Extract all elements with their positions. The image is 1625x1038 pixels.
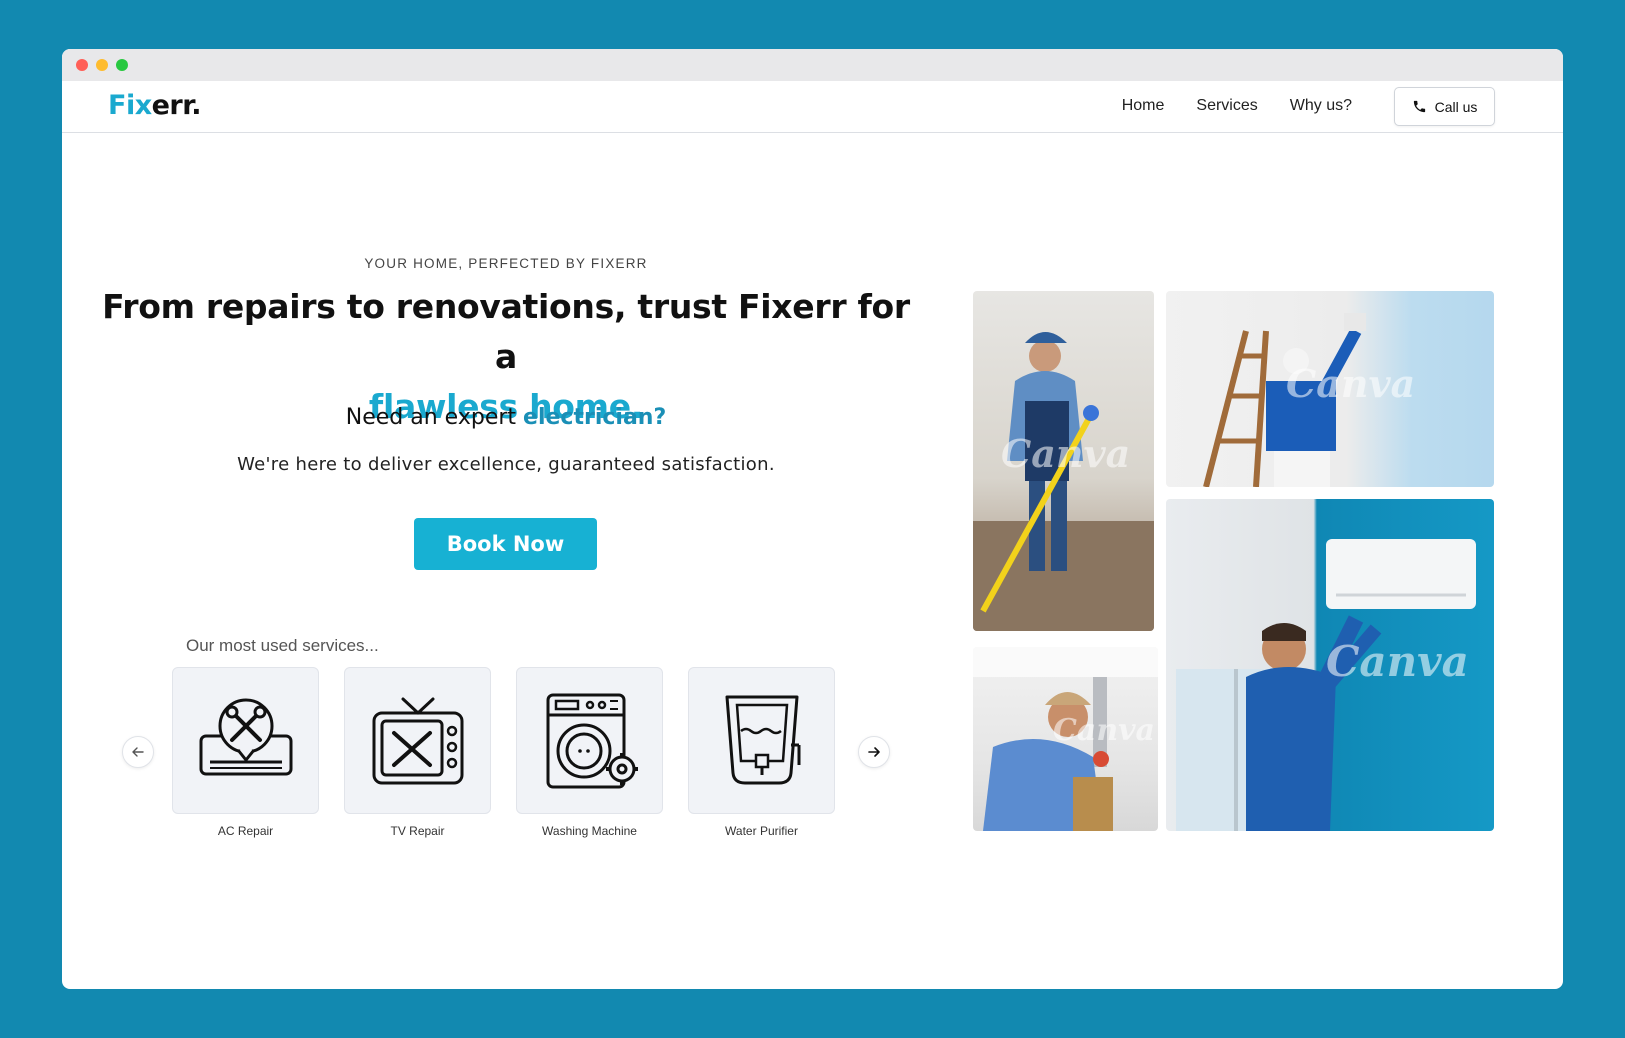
phone-icon [1413, 100, 1425, 113]
window-titlebar [62, 49, 1563, 81]
service-card-washing-machine[interactable] [516, 667, 663, 814]
service-label-ac-repair: AC Repair [217, 824, 274, 838]
service-card-tv-repair[interactable] [344, 667, 491, 814]
water-purifier-icon [725, 695, 800, 784]
carousel-prev-button[interactable] [122, 736, 154, 768]
service-card-ac-repair[interactable] [172, 667, 319, 814]
hero-eyebrow: YOUR HOME, PERFECTED BY FIXERR [364, 256, 648, 271]
ac-repair-icon [199, 698, 292, 775]
nav-link-services[interactable]: Services [1196, 97, 1257, 115]
maximize-window-dot[interactable] [116, 59, 128, 71]
photo-watermark: Canva [1001, 431, 1131, 476]
plumber-under-sink-photo: Canva [973, 647, 1158, 831]
book-now-button[interactable]: Book Now [414, 518, 597, 570]
service-label-water-purifier: Water Purifier [725, 824, 798, 838]
tv-repair-icon [372, 697, 463, 784]
headline-main: From repairs to renovations, trust Fixer… [102, 287, 910, 376]
hero-tagline: We're here to deliver excellence, guaran… [237, 454, 775, 475]
top-navbar: Fixerr. Home Services Why us? Call us [62, 81, 1563, 133]
cleaner-mopping-photo: Canva [973, 291, 1154, 631]
subhead-prefix: Need an expert [345, 405, 517, 430]
nav-link-why-us[interactable]: Why us? [1290, 97, 1352, 115]
logo-accent: Fix [108, 90, 152, 121]
service-label-tv-repair: TV Repair [390, 824, 445, 838]
hero-subhead: Need an expert electrician? [62, 405, 950, 430]
subhead-keyword: electrician? [523, 405, 667, 430]
nav-links: Home Services Why us? [1122, 97, 1352, 115]
ac-technician-photo: Canva [1166, 499, 1494, 831]
arrow-left-icon [132, 747, 144, 757]
close-window-dot[interactable] [76, 59, 88, 71]
services-title: Our most used services... [186, 636, 379, 655]
call-us-button[interactable]: Call us [1394, 87, 1495, 126]
call-us-label: Call us [1434, 98, 1478, 115]
nav-link-home[interactable]: Home [1122, 97, 1165, 115]
painter-on-ladder-photo: Canva [1166, 291, 1494, 487]
photo-watermark: Canva [1286, 361, 1416, 406]
photo-watermark: Canva [1053, 713, 1155, 748]
minimize-window-dot[interactable] [96, 59, 108, 71]
photo-watermark: Canva [1326, 637, 1469, 686]
logo-rest: err. [151, 90, 202, 121]
carousel-next-button[interactable] [858, 736, 890, 768]
brand-logo[interactable]: Fixerr. [108, 90, 201, 121]
service-card-water-purifier[interactable] [688, 667, 835, 814]
service-label-washing-machine: Washing Machine [542, 824, 637, 838]
arrow-right-icon [868, 747, 880, 757]
browser-window: Fixerr. Home Services Why us? Call us YO… [62, 49, 1563, 989]
washing-machine-icon [546, 693, 638, 788]
